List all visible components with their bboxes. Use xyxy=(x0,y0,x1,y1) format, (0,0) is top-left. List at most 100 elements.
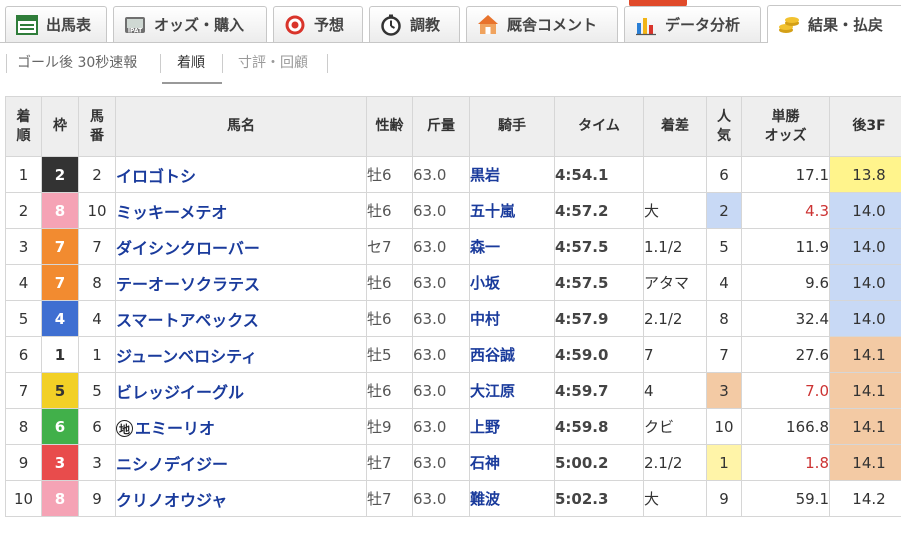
table-row: 10 8 9 クリノオウジャ 牡7 63.0 難波 5:02.3 大 9 59.… xyxy=(5,480,901,517)
cell-rank: 9 xyxy=(5,444,42,481)
cell-sex-age: 牡6 xyxy=(366,300,413,337)
cell-rank: 4 xyxy=(5,264,42,301)
cell-sex-age: 牡7 xyxy=(366,444,413,481)
cell-time: 4:57.2 xyxy=(554,192,644,229)
cell-popularity: 8 xyxy=(706,300,742,337)
horse-name: ジューンベロシティ xyxy=(116,346,258,366)
ipat-icon: IPAT xyxy=(125,16,145,34)
tab-prediction[interactable]: 予想 xyxy=(273,6,363,42)
tab-odds-purchase[interactable]: IPAT オッズ・購入 xyxy=(113,6,267,42)
subtab-goal-flash[interactable]: ゴール後 30秒速報 xyxy=(17,52,137,72)
cell-win-odds: 27.6 xyxy=(741,336,830,373)
cell-win-odds: 59.1 xyxy=(741,480,830,517)
cell-rank: 7 xyxy=(5,372,42,409)
horse-name: エミーリオ xyxy=(135,418,216,438)
horse-name-link[interactable]: ダイシンクローバー xyxy=(115,228,367,265)
header-last-3f: 後3F xyxy=(829,96,901,157)
horse-name: スマートアペックス xyxy=(116,310,259,330)
cell-margin: クビ xyxy=(643,408,707,445)
tab-training[interactable]: 調教 xyxy=(369,6,460,42)
horse-name-link[interactable]: ニシノデイジー xyxy=(115,444,367,481)
header-sex-age: 性齢 xyxy=(366,96,413,157)
horse-name-link[interactable]: ビレッジイーグル xyxy=(115,372,367,409)
cell-rank: 5 xyxy=(5,300,42,337)
cell-last-3f: 14.0 xyxy=(829,264,901,301)
horse-name-link[interactable]: ミッキーメテオ xyxy=(115,192,367,229)
horse-name-link[interactable]: 地エミーリオ xyxy=(115,408,367,445)
horse-name: テーオーソクラテス xyxy=(116,274,261,294)
cell-time: 4:54.1 xyxy=(554,156,644,193)
horse-name: クリノオウジャ xyxy=(116,490,228,510)
header-rank: 着 順 xyxy=(5,96,42,157)
results-table: 着 順 枠 馬 番 馬名 性齢 斤量 騎手 タイム 着差 人 気 単勝 オッズ … xyxy=(5,96,901,517)
cell-popularity: 4 xyxy=(706,264,742,301)
tab-label: データ分析 xyxy=(665,16,741,34)
cell-popularity: 5 xyxy=(706,228,742,265)
table-row: 4 7 8 テーオーソクラテス 牡6 63.0 小坂 4:57.5 アタマ 4 … xyxy=(5,264,901,301)
cell-umaban: 5 xyxy=(78,372,116,409)
tab-entry-table[interactable]: 出馬表 xyxy=(5,6,107,42)
cell-waku: 8 xyxy=(41,192,79,229)
cell-sex-age: 牡6 xyxy=(366,372,413,409)
jockey-link[interactable]: 黒岩 xyxy=(469,156,555,193)
cell-sex-age: 牡5 xyxy=(366,336,413,373)
header-waku: 枠 xyxy=(41,96,79,157)
horse-name-link[interactable]: スマートアペックス xyxy=(115,300,367,337)
jockey-link[interactable]: 大江原 xyxy=(469,372,555,409)
table-row: 7 5 5 ビレッジイーグル 牡6 63.0 大江原 4:59.7 4 3 7.… xyxy=(5,372,901,409)
cell-time: 4:57.5 xyxy=(554,228,644,265)
cell-weight: 63.0 xyxy=(412,156,470,193)
jockey-link[interactable]: 難波 xyxy=(469,480,555,517)
cell-time: 5:02.3 xyxy=(554,480,644,517)
sub-tab-divider xyxy=(6,54,7,73)
cell-margin: 大 xyxy=(643,480,707,517)
svg-text:IPAT: IPAT xyxy=(128,27,143,34)
jockey-link[interactable]: 石神 xyxy=(469,444,555,481)
jockey-link[interactable]: 五十嵐 xyxy=(469,192,555,229)
jockey-link[interactable]: 中村 xyxy=(469,300,555,337)
cell-umaban: 3 xyxy=(78,444,116,481)
tab-data-analysis[interactable]: データ分析 xyxy=(624,6,761,42)
jockey-link[interactable]: 小坂 xyxy=(469,264,555,301)
horse-name-link[interactable]: テーオーソクラテス xyxy=(115,264,367,301)
subtab-review[interactable]: 寸評・回顧 xyxy=(238,52,308,72)
tab-label: 予想 xyxy=(314,16,345,34)
cell-umaban: 1 xyxy=(78,336,116,373)
jockey-link[interactable]: 上野 xyxy=(469,408,555,445)
horse-name: ミッキーメテオ xyxy=(116,202,228,222)
cell-popularity: 6 xyxy=(706,156,742,193)
horse-name: ダイシンクローバー xyxy=(116,238,260,258)
horse-name-link[interactable]: イロゴトシ xyxy=(115,156,367,193)
header-win-odds: 単勝 オッズ xyxy=(741,96,830,157)
cell-last-3f: 14.1 xyxy=(829,408,901,445)
main-tab-bar: 出馬表 IPAT オッズ・購入 予想 調教 厩舎コメント データ分析 結果・払戻 xyxy=(0,0,901,43)
entry-table-icon xyxy=(16,14,38,35)
tab-results-payout[interactable]: 結果・払戻 xyxy=(767,5,901,43)
tab-stable-comment[interactable]: 厩舎コメント xyxy=(466,6,618,42)
jockey-link[interactable]: 森一 xyxy=(469,228,555,265)
cell-popularity: 10 xyxy=(706,408,742,445)
subtab-finish-order[interactable]: 着順 xyxy=(177,52,205,72)
chikoku-mark: 地 xyxy=(116,419,133,437)
cell-weight: 63.0 xyxy=(412,264,470,301)
cell-rank: 1 xyxy=(5,156,42,193)
tab-label: 結果・払戻 xyxy=(808,16,884,34)
table-row: 1 2 2 イロゴトシ 牡6 63.0 黒岩 4:54.1 6 17.1 13.… xyxy=(5,156,901,193)
cell-sex-age: セ7 xyxy=(366,228,413,265)
header-umaban: 馬 番 xyxy=(78,96,116,157)
tab-label: 調教 xyxy=(410,16,441,34)
horse-name-link[interactable]: ジューンベロシティ xyxy=(115,336,367,373)
cell-last-3f: 14.1 xyxy=(829,372,901,409)
cell-weight: 63.0 xyxy=(412,192,470,229)
cell-popularity: 2 xyxy=(706,192,742,229)
cell-weight: 63.0 xyxy=(412,228,470,265)
bar-chart-icon xyxy=(636,17,656,35)
horse-name-link[interactable]: クリノオウジャ xyxy=(115,480,367,517)
cell-time: 4:57.9 xyxy=(554,300,644,337)
cell-time: 4:59.7 xyxy=(554,372,644,409)
cell-win-odds: 32.4 xyxy=(741,300,830,337)
header-horse-name: 馬名 xyxy=(115,96,367,157)
stopwatch-icon xyxy=(381,14,401,36)
jockey-link[interactable]: 西谷誠 xyxy=(469,336,555,373)
cell-umaban: 4 xyxy=(78,300,116,337)
